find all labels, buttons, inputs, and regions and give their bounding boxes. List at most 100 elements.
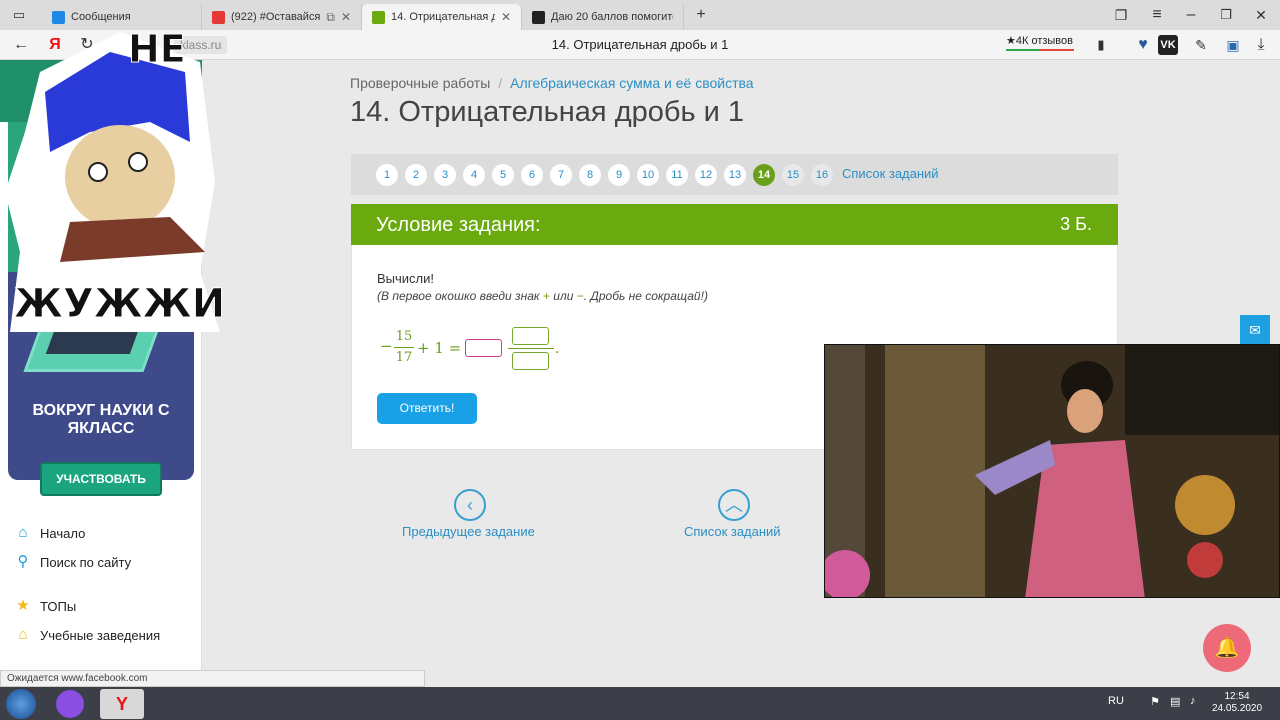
condition-header: Условие задания: 3 Б.: [351, 204, 1118, 245]
task-list-link[interactable]: Список заданий: [842, 166, 939, 181]
prev-task-link[interactable]: Предыдущее задание: [402, 524, 535, 539]
breadcrumb-link[interactable]: Алгебраическая сумма и её свойства: [510, 75, 753, 91]
sidebar-item-search[interactable]: ⚲ Поиск по сайту: [14, 551, 132, 573]
page-button-1[interactable]: 1: [376, 164, 398, 186]
taskbar: Y RU ⚑ ▤ ♪ 12:54 24.05.2020: [0, 687, 1280, 720]
video-door: [885, 345, 985, 597]
page-button-10[interactable]: 10: [637, 164, 659, 186]
page-button-7[interactable]: 7: [550, 164, 572, 186]
tray-flag-icon[interactable]: ⚑: [1150, 695, 1160, 708]
tray-network-icon[interactable]: ▤: [1170, 695, 1180, 708]
page-button-2[interactable]: 2: [405, 164, 427, 186]
sync-icon[interactable]: ▣: [1222, 34, 1244, 56]
breadcrumb-item[interactable]: Проверочные работы: [350, 75, 490, 91]
clock-date: 24.05.2020: [1212, 703, 1263, 714]
page-button-15[interactable]: 15: [782, 164, 804, 186]
page-button-3[interactable]: 3: [434, 164, 456, 186]
hint-plus: +: [542, 289, 550, 303]
clock-time: 12:54: [1224, 691, 1250, 702]
address-bar-title[interactable]: 14. Отрицательная дробь и 1: [440, 37, 840, 52]
close-window-icon[interactable]: ✕: [1250, 4, 1272, 26]
page-button-8[interactable]: 8: [579, 164, 601, 186]
building-icon: ⌂: [18, 626, 28, 643]
instruction-hint: (В первое окошко введи знак + или −. Дро…: [377, 289, 708, 303]
page-button-11[interactable]: 11: [666, 164, 688, 186]
task-list-up-icon[interactable]: ︿: [718, 489, 750, 521]
mail-icon[interactable]: ✉: [1240, 315, 1270, 345]
video-frame: [825, 345, 1279, 597]
search-icon: ⚲: [17, 553, 29, 570]
page-button-12[interactable]: 12: [695, 164, 717, 186]
chat-icon[interactable]: ✎: [1190, 34, 1212, 56]
language-indicator[interactable]: RU: [1108, 695, 1124, 707]
page-button-4[interactable]: 4: [463, 164, 485, 186]
expr-denominator: 17: [395, 350, 413, 365]
bookmark-icon[interactable]: ▮: [1090, 34, 1112, 56]
sign-input[interactable]: [465, 339, 502, 357]
condition-points: 3 Б.: [1060, 214, 1092, 234]
collections-icon[interactable]: ❐: [1110, 4, 1132, 26]
page-button-5[interactable]: 5: [492, 164, 514, 186]
home-icon: ⌂: [18, 524, 28, 541]
clock[interactable]: 12:54 24.05.2020: [1212, 691, 1262, 715]
video-kettle: [1187, 542, 1223, 578]
menu-icon[interactable]: ≡: [1146, 4, 1168, 26]
yaklass-favicon-icon: [372, 10, 385, 24]
close-tab-icon[interactable]: ✕: [341, 10, 351, 24]
alice-icon[interactable]: [56, 690, 84, 718]
fraction-bar: [394, 347, 414, 348]
page-button-9[interactable]: 9: [608, 164, 630, 186]
breadcrumb: Проверочные работы / Алгебраическая сумма …: [350, 75, 754, 91]
sidebar-item-home[interactable]: ⌂ Начало: [14, 522, 85, 544]
video-player[interactable]: [824, 344, 1280, 598]
sidebar-item-label: Учебные заведения: [40, 627, 161, 643]
close-tab-icon[interactable]: ✕: [501, 10, 511, 24]
status-bar: Ожидается www.facebook.com: [0, 670, 425, 687]
pip-icon[interactable]: ⧉: [326, 10, 335, 25]
tab-title: (922) #ОставайсяДом: [231, 11, 321, 23]
expr-numerator: 15: [395, 329, 413, 344]
task-pager: 1 2 3 4 5 6 7 8 9 10 11 12 13 14 15 16 Список заданий: [351, 154, 1118, 195]
expr-rest: + 1 =: [417, 339, 462, 357]
denominator-input[interactable]: [512, 352, 549, 370]
answer-fraction-bar: [508, 348, 554, 349]
heart-extension-icon[interactable]: ♥: [1132, 34, 1154, 56]
page-button-16[interactable]: 16: [811, 164, 833, 186]
reviews-badge[interactable]: ★4К отзывов: [1006, 34, 1074, 51]
sidebar-item-tops[interactable]: ★ ТОПы: [14, 595, 76, 617]
new-tab-icon[interactable]: +: [690, 4, 712, 26]
video-flowers: [1175, 475, 1235, 535]
tray-volume-icon[interactable]: ♪: [1190, 695, 1196, 707]
page-button-6[interactable]: 6: [521, 164, 543, 186]
participate-button[interactable]: УЧАСТВОВАТЬ: [40, 462, 162, 496]
downloads-icon[interactable]: ⤓: [1250, 34, 1272, 56]
numerator-input[interactable]: [512, 327, 549, 345]
tab-title: Даю 20 баллов помогите.: [551, 11, 673, 23]
page-button-13[interactable]: 13: [724, 164, 746, 186]
answer-button[interactable]: Ответить!: [377, 393, 477, 424]
tab-title: 14. Отрицательная дроб: [391, 11, 495, 23]
video-face: [1067, 389, 1103, 433]
tab-yaklass-active[interactable]: 14. Отрицательная дроб ✕: [362, 4, 522, 30]
vk-icon[interactable]: VK: [1158, 35, 1178, 55]
prev-task-icon[interactable]: ‹: [454, 489, 486, 521]
sticker-eye: [128, 152, 148, 172]
condition-title: Условие задания:: [376, 214, 541, 236]
tab-znanija[interactable]: Даю 20 баллов помогите.: [522, 4, 684, 30]
hint-text: (В первое окошко введи знак: [377, 289, 543, 303]
bell-icon[interactable]: 🔔: [1203, 624, 1251, 672]
sidebar-item-label: Поиск по сайту: [40, 554, 132, 570]
page-button-14[interactable]: 14: [753, 164, 775, 186]
minimize-icon[interactable]: –: [1180, 4, 1202, 26]
start-button-icon[interactable]: [6, 689, 36, 719]
expr-dot: .: [555, 341, 560, 357]
sticker-face: [65, 125, 175, 229]
yandex-browser-taskbar-icon[interactable]: Y: [100, 689, 144, 719]
restore-icon[interactable]: ❐: [1215, 4, 1237, 26]
sidebar-item-label: ТОПы: [40, 598, 77, 614]
task-list-bottom-link[interactable]: Список заданий: [684, 524, 781, 539]
sidebar-item-schools[interactable]: ⌂ Учебные заведения: [14, 624, 160, 646]
znanija-favicon-icon: [532, 10, 545, 24]
breadcrumb-separator: /: [498, 75, 503, 91]
sidebar-item-label: Начало: [40, 525, 86, 541]
